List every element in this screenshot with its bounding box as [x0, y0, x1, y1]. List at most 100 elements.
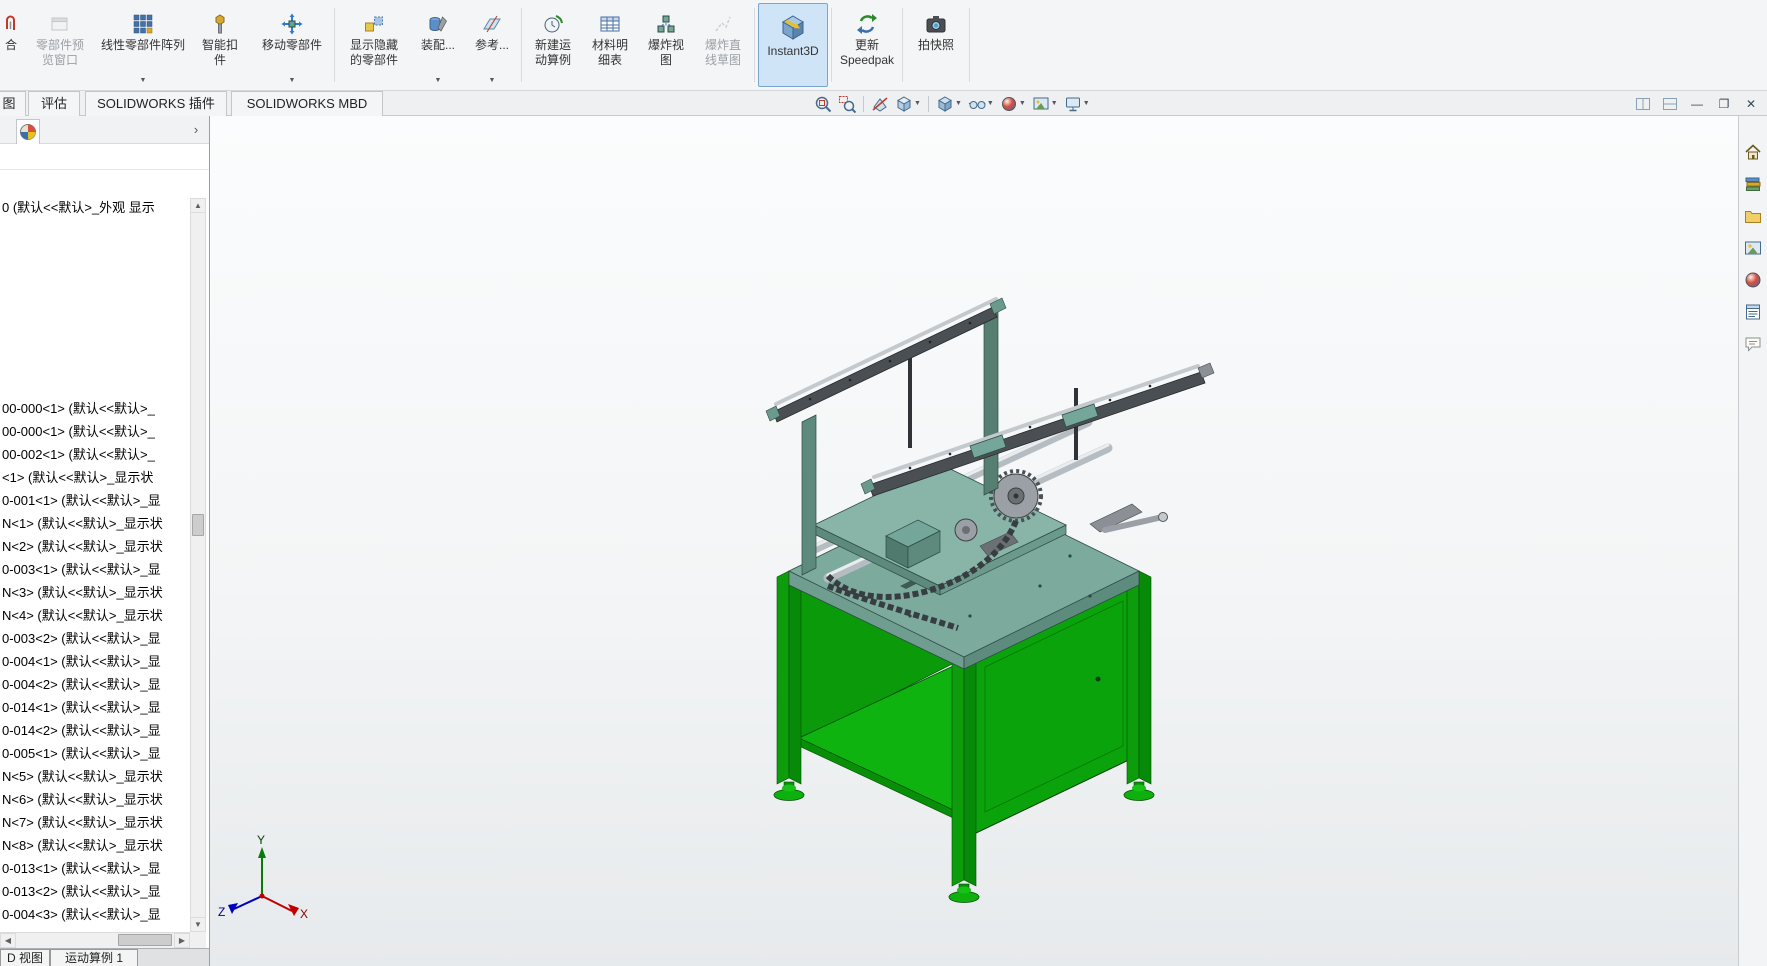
tree-root-assembly[interactable]: 0 (默认<<默认>_外观 显示 [2, 198, 188, 218]
tab-evaluate[interactable]: 评估 [28, 91, 80, 116]
tab-3d-view[interactable]: D 视图 [0, 949, 50, 966]
motion-study-icon [542, 10, 564, 38]
close-button[interactable]: ✕ [1740, 94, 1762, 113]
view-palette-button[interactable] [1740, 236, 1766, 260]
frame-leg[interactable] [952, 655, 964, 886]
tree-item[interactable]: N<4> (默认<<默认>_显示状 [2, 605, 188, 627]
scroll-left-arrow[interactable]: ◀ [0, 933, 16, 948]
tree-item[interactable]: N<3> (默认<<默认>_显示状 [2, 582, 188, 604]
zoom-fit-button[interactable] [812, 94, 834, 114]
tree-item[interactable]: 0-003<2> (默认<<默认>_显 [2, 628, 188, 650]
ribbon-button-explode-line-sketch[interactable]: 爆炸直 线草图 [695, 3, 751, 87]
apply-scene-button[interactable]: ▼ [1030, 94, 1060, 114]
configuration-manager-tab[interactable] [16, 119, 40, 144]
tab-partial[interactable]: 图 [0, 91, 26, 116]
scroll-down-arrow[interactable]: ▼ [190, 917, 206, 932]
restore-button[interactable]: ❐ [1713, 94, 1735, 113]
tree-item[interactable]: 0-004<2> (默认<<默认>_显 [2, 674, 188, 696]
view-orientation-button[interactable]: ▼ [893, 94, 923, 114]
zoom-area-button[interactable] [836, 94, 858, 114]
ribbon-button-reference-geometry[interactable]: 参考... ▼ [466, 3, 518, 87]
leveling-foot[interactable] [774, 782, 804, 801]
ribbon-button-mate[interactable]: 合 [1, 3, 21, 87]
file-explorer-button[interactable] [1740, 204, 1766, 228]
tree-item[interactable]: 0-003<1> (默认<<默认>_显 [2, 559, 188, 581]
door-keyhole [1096, 677, 1101, 682]
section-view-button[interactable] [869, 94, 891, 114]
display-style-button[interactable]: ▼ [934, 94, 964, 114]
tree-item[interactable]: 0-001<1> (默认<<默认>_显 [2, 490, 188, 512]
edit-appearance-button[interactable]: ▼ [998, 94, 1028, 114]
frame-leg[interactable] [777, 571, 789, 784]
leveling-foot[interactable] [1124, 782, 1154, 801]
apply-scene-icon [1032, 95, 1050, 113]
ribbon-button-new-motion-study[interactable]: 新建运 动算例 [525, 3, 581, 87]
dropdown-caret: ▼ [489, 77, 496, 84]
tree-horizontal-scrollbar[interactable]: ◀ ▶ [0, 932, 190, 948]
tree-item[interactable]: N<8> (默认<<默认>_显示状 [2, 835, 188, 857]
ribbon-button-assembly-features[interactable]: 装配... ▼ [412, 3, 464, 87]
tab-solidworks-mbd[interactable]: SOLIDWORKS MBD [231, 91, 383, 116]
tree-item[interactable]: 0-004<1> (默认<<默认>_显 [2, 651, 188, 673]
scroll-thumb[interactable] [118, 934, 172, 946]
bill-of-materials-icon [599, 10, 621, 38]
ribbon-button-smart-fasteners[interactable]: 智能扣 件 [189, 3, 251, 87]
tree-item[interactable]: 0-004<3> (默认<<默认>_显 [2, 904, 188, 926]
linear-pattern-icon [132, 10, 154, 38]
tree-item[interactable]: N<7> (默认<<默认>_显示状 [2, 812, 188, 834]
display-style-icon [936, 95, 954, 113]
tree-item[interactable]: 0-013<1> (默认<<默认>_显 [2, 858, 188, 880]
tree-item[interactable]: 00-000<1> (默认<<默认>_ [2, 398, 188, 420]
ribbon-button-label: Speedpak [840, 53, 894, 68]
tree-item[interactable]: 00-002<1> (默认<<默认>_ [2, 444, 188, 466]
hide-show-items-icon [968, 95, 986, 113]
tree-item[interactable]: N<6> (默认<<默认>_显示状 [2, 789, 188, 811]
tab-motion-study-1[interactable]: 运动算例 1 [50, 949, 138, 966]
rail-screws [909, 385, 1152, 470]
graphics-viewport[interactable]: Y X Z [210, 116, 1738, 966]
linear-rail[interactable] [773, 307, 997, 422]
custom-properties-button[interactable] [1740, 300, 1766, 324]
home-button[interactable] [1740, 140, 1766, 164]
scroll-right-arrow[interactable]: ▶ [174, 933, 190, 948]
pane-split-horizontal-icon[interactable] [1659, 94, 1681, 113]
ribbon-button-bill-of-materials[interactable]: 材料明 细表 [583, 3, 637, 87]
comments-button[interactable] [1740, 332, 1766, 356]
leveling-foot[interactable] [949, 884, 979, 903]
tree-item[interactable]: 0-005<1> (默认<<默认>_显 [2, 743, 188, 765]
ribbon-button-update-speedpak[interactable]: 更新 Speedpak [835, 3, 899, 87]
ribbon-button-label: 件 [214, 53, 226, 68]
tree-item[interactable]: 0-014<1> (默认<<默认>_显 [2, 697, 188, 719]
hide-show-items-button[interactable]: ▼ [966, 94, 996, 114]
tree-item[interactable]: N<5> (默认<<默认>_显示状 [2, 766, 188, 788]
frame-leg[interactable] [1127, 571, 1139, 784]
ribbon-button-take-snapshot[interactable]: 拍快照 [906, 3, 966, 87]
minimize-button[interactable]: — [1686, 94, 1708, 113]
tree-item[interactable]: 00-000<1> (默认<<默认>_ [2, 421, 188, 443]
ribbon-button-instant3d[interactable]: Instant3D [758, 3, 828, 87]
ribbon-button-show-hidden-components[interactable]: 显示隐藏 的零部件 [338, 3, 410, 87]
ribbon-button-label: 参考... [475, 38, 509, 53]
panel-collapse-chevron[interactable]: › [187, 120, 205, 138]
appearances-button[interactable] [1740, 268, 1766, 292]
scroll-thumb[interactable] [192, 514, 204, 536]
tab-solidworks-addins[interactable]: SOLIDWORKS 插件 [85, 91, 227, 116]
3d-model-assembly[interactable]: Y X Z [210, 116, 1738, 966]
tree-item[interactable]: N<2> (默认<<默认>_显示状 [2, 536, 188, 558]
ribbon-button-label: 爆炸直 [705, 38, 741, 53]
ribbon-button-exploded-view[interactable]: 爆炸视 图 [639, 3, 693, 87]
featuremanager-tab-strip: › [0, 116, 209, 144]
tree-item[interactable]: 0-013<2> (默认<<默认>_显 [2, 881, 188, 903]
tree-item[interactable]: <1> (默认<<默认>_显示状 [2, 467, 188, 489]
tree-item[interactable]: 0-014<2> (默认<<默认>_显 [2, 720, 188, 742]
ribbon-button-label: Instant3D [767, 44, 818, 59]
ribbon-button-linear-pattern[interactable]: 线性零部件阵列 ▼ [99, 3, 187, 87]
pane-split-vertical-icon[interactable] [1632, 94, 1654, 113]
tree-item[interactable]: N<1> (默认<<默认>_显示状 [2, 513, 188, 535]
scroll-up-arrow[interactable]: ▲ [190, 198, 206, 213]
tree-vertical-scrollbar[interactable]: ▲ ▼ [190, 198, 206, 932]
design-library-button[interactable] [1740, 172, 1766, 196]
ribbon-button-component-preview[interactable]: 零部件预 览窗口 [23, 3, 97, 87]
view-settings-button[interactable]: ▼ [1062, 94, 1092, 114]
ribbon-button-move-component[interactable]: 移动零部件 ▼ [253, 3, 331, 87]
